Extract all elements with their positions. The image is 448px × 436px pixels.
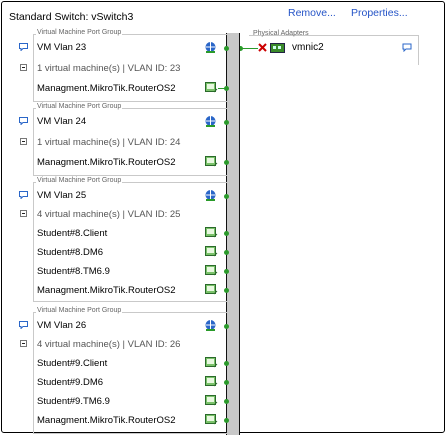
vm-item[interactable]: Managment.MikroTik.RouterOS2 — [37, 157, 176, 168]
vm-icon — [205, 265, 218, 276]
port-connector — [224, 86, 229, 91]
vm-icon — [205, 357, 218, 368]
collapse-icon[interactable] — [20, 210, 27, 217]
port-group-name[interactable]: VM Vlan 23 — [37, 42, 86, 53]
comment-icon[interactable] — [402, 43, 412, 52]
collapse-icon[interactable] — [20, 340, 27, 347]
properties-link[interactable]: Properties... — [351, 7, 408, 19]
port-connector — [224, 160, 229, 165]
port-group-summary: 4 virtual machine(s) | VLAN ID: 26 — [37, 339, 181, 350]
vm-item[interactable]: Student#8.DM6 — [37, 247, 103, 258]
port-group-globe-icon[interactable] — [204, 115, 217, 128]
port-group-header: Virtual Machine Port Group — [36, 29, 123, 36]
port-group-globe-icon[interactable] — [204, 319, 217, 332]
port-group-summary: 1 virtual machine(s) | VLAN ID: 24 — [37, 137, 181, 148]
port-group-name[interactable]: VM Vlan 24 — [37, 116, 86, 127]
vm-item[interactable]: Student#8.TM6.9 — [37, 266, 110, 277]
vm-item[interactable]: Managment.MikroTik.RouterOS2 — [37, 415, 176, 426]
vm-icon — [205, 227, 218, 238]
port-connector — [224, 324, 229, 329]
port-group-summary: 4 virtual machine(s) | VLAN ID: 25 — [37, 209, 181, 220]
port-connector — [224, 120, 229, 125]
port-group-globe-icon[interactable] — [204, 189, 217, 202]
vm-icon — [205, 156, 218, 167]
port-group-name[interactable]: VM Vlan 26 — [37, 320, 86, 331]
switch-title: Standard Switch: vSwitch3 — [9, 11, 134, 23]
port-connector — [224, 231, 229, 236]
port-connector — [224, 399, 229, 404]
port-connector — [224, 380, 229, 385]
comment-icon[interactable] — [19, 321, 28, 329]
vm-item[interactable]: Managment.MikroTik.RouterOS2 — [37, 285, 176, 296]
port-connector — [224, 46, 229, 51]
port-group-header: Virtual Machine Port Group — [36, 177, 123, 184]
vm-item[interactable]: Student#9.TM6.9 — [37, 396, 110, 407]
vm-icon — [205, 376, 218, 387]
port-group-header: Virtual Machine Port Group — [36, 103, 123, 110]
vm-item[interactable]: Student#9.Client — [37, 358, 107, 369]
vm-icon — [205, 82, 218, 93]
port-connector — [224, 269, 229, 274]
port-group-summary: 1 virtual machine(s) | VLAN ID: 23 — [37, 63, 181, 74]
disconnected-x-icon — [258, 43, 267, 52]
vm-item[interactable]: Student#8.Client — [37, 228, 107, 239]
comment-icon[interactable] — [19, 191, 28, 199]
vm-icon — [205, 284, 218, 295]
port-connector — [224, 250, 229, 255]
port-connector — [224, 194, 229, 199]
comment-icon[interactable] — [19, 117, 28, 125]
vm-item[interactable]: Student#9.DM6 — [37, 377, 103, 388]
port-group-name[interactable]: VM Vlan 25 — [37, 190, 86, 201]
port-connector — [224, 418, 229, 423]
physical-adapters-label: Physical Adapters — [253, 30, 309, 37]
collapse-icon[interactable] — [20, 64, 27, 71]
port-connector — [224, 288, 229, 293]
vm-icon — [205, 414, 218, 425]
comment-icon[interactable] — [19, 43, 28, 51]
collapse-icon[interactable] — [20, 138, 27, 145]
vm-item[interactable]: Managment.MikroTik.RouterOS2 — [37, 83, 176, 94]
vm-icon — [205, 246, 218, 257]
port-connector — [224, 361, 229, 366]
adapter-vmnic2[interactable]: vmnic2 — [292, 42, 324, 53]
remove-link[interactable]: Remove... — [288, 7, 336, 19]
network-adapter-icon — [270, 43, 285, 53]
port-group-header: Virtual Machine Port Group — [36, 307, 123, 314]
vm-icon — [205, 395, 218, 406]
port-group-globe-icon[interactable] — [204, 41, 217, 54]
